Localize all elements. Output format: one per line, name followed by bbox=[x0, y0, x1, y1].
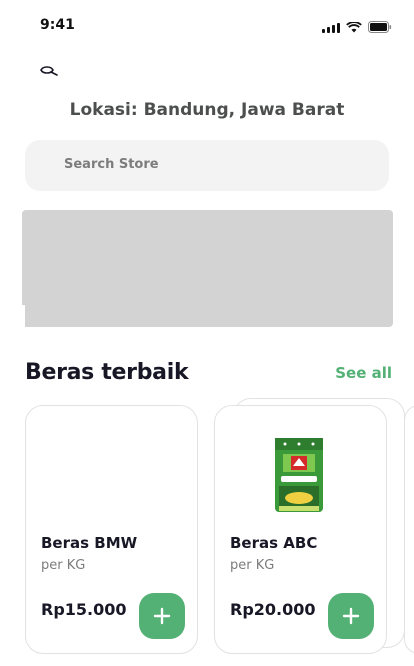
search-placeholder: Search Store bbox=[64, 157, 159, 172]
wifi-icon bbox=[346, 21, 362, 32]
carrot-logo-icon bbox=[40, 66, 58, 76]
add-to-cart-button[interactable] bbox=[328, 593, 374, 639]
product-card[interactable]: Beras BMW per KG Rp15.000 bbox=[25, 405, 198, 654]
product-unit: per KG bbox=[41, 558, 86, 573]
search-input[interactable]: Search Store bbox=[25, 140, 389, 191]
section-title: Beras terbaik bbox=[25, 360, 189, 385]
battery-icon bbox=[368, 21, 392, 33]
status-bar: 9:41 bbox=[0, 0, 414, 52]
cellular-signal-icon bbox=[322, 22, 340, 33]
product-price: Rp20.000 bbox=[230, 600, 316, 619]
status-time: 9:41 bbox=[40, 17, 75, 33]
banner-edge bbox=[22, 305, 25, 327]
promo-banner[interactable] bbox=[22, 210, 393, 327]
add-to-cart-button[interactable] bbox=[139, 593, 185, 639]
plus-icon bbox=[342, 607, 360, 625]
product-card[interactable]: Beras ABC per KG Rp20.000 bbox=[214, 405, 387, 654]
product-price: Rp15.000 bbox=[41, 600, 127, 619]
rice-bag-image bbox=[275, 438, 323, 512]
product-unit: per KG bbox=[230, 558, 275, 573]
plus-icon bbox=[153, 607, 171, 625]
status-icons bbox=[322, 21, 392, 33]
see-all-link[interactable]: See all bbox=[335, 364, 392, 382]
product-name: Beras ABC bbox=[230, 534, 318, 552]
card-outline bbox=[404, 405, 414, 654]
location-label[interactable]: Lokasi: Bandung, Jawa Barat bbox=[0, 100, 414, 120]
product-name: Beras BMW bbox=[41, 534, 138, 552]
